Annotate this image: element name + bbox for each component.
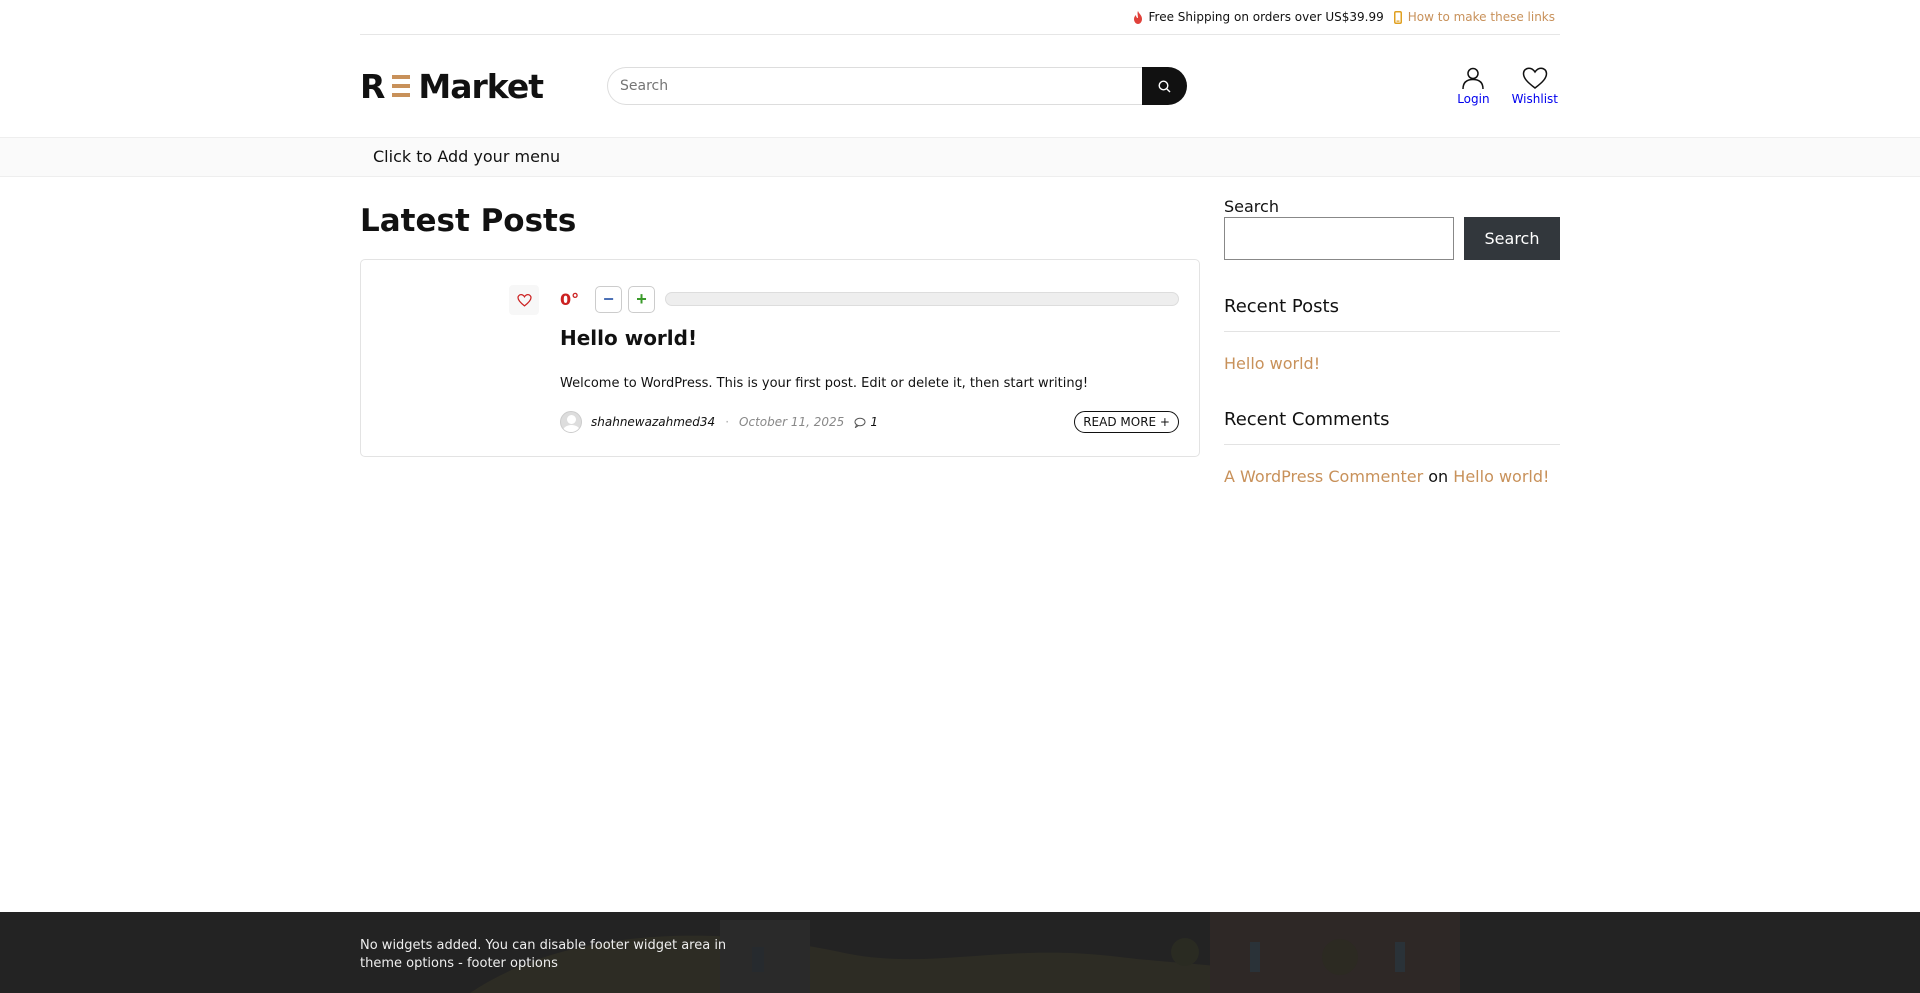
header-search-input[interactable] — [607, 67, 1142, 105]
site-footer: No widgets added. You can disable footer… — [0, 912, 1920, 993]
shipping-text: Free Shipping on orders over US$39.99 — [1148, 10, 1384, 24]
comment-icon — [854, 417, 866, 428]
page-title: Latest Posts — [360, 203, 577, 239]
login-label: Login — [1457, 92, 1490, 106]
avatar — [560, 411, 582, 433]
footer-background-illustration — [0, 912, 1920, 993]
header-search — [607, 67, 1187, 105]
vote-progress-bar — [665, 292, 1179, 306]
sidebar-search-input[interactable] — [1224, 217, 1454, 260]
sidebar-search-label: Search — [1224, 197, 1279, 216]
logo-left: R — [360, 66, 385, 106]
comment-author-link[interactable]: A WordPress Commenter — [1224, 467, 1423, 486]
user-icon — [1462, 67, 1485, 90]
post-excerpt: Welcome to WordPress. This is your first… — [560, 376, 1089, 391]
post-date: October 11, 2025 — [739, 415, 845, 429]
main-menu-bar: Click to Add your menu — [0, 137, 1920, 177]
post-comments-link[interactable]: 1 — [854, 415, 878, 429]
recent-comments-title: Recent Comments — [1224, 409, 1560, 445]
search-icon — [1158, 79, 1171, 92]
comment-on-text: on — [1428, 467, 1449, 486]
site-header: R Market Login Wishlist — [360, 35, 1560, 137]
header-search-button[interactable] — [1142, 67, 1187, 105]
howto-link-label: How to make these links — [1407, 10, 1555, 24]
post-title[interactable]: Hello world! — [560, 326, 1179, 350]
heart-icon — [516, 293, 532, 307]
main-content: Latest Posts 0° − + Hello world! Welcome… — [360, 203, 1200, 486]
recent-post-link[interactable]: Hello world! — [1224, 354, 1320, 373]
vote-down-button[interactable]: − — [595, 285, 622, 313]
comment-post-link[interactable]: Hello world! — [1453, 467, 1549, 486]
sidebar-search: Search — [1224, 217, 1560, 260]
logo-bars-icon — [392, 75, 411, 97]
post-vote: 0° − + — [560, 285, 1179, 313]
wishlist-button[interactable]: Wishlist — [1512, 67, 1558, 106]
logo-right: Market — [418, 66, 544, 106]
meta-separator: · — [725, 415, 730, 429]
vote-up-button[interactable]: + — [628, 285, 655, 313]
recent-posts-title: Recent Posts — [1224, 296, 1560, 332]
comment-count: 1 — [870, 415, 878, 429]
mobile-icon — [1393, 10, 1402, 24]
top-bar: Free Shipping on orders over US$39.99 Ho… — [360, 0, 1560, 35]
shipping-notice: Free Shipping on orders over US$39.99 — [1133, 10, 1384, 24]
recent-comments-widget: Recent Comments A WordPress Commenter on… — [1224, 409, 1560, 486]
vote-value: 0° — [560, 289, 580, 309]
post-author[interactable]: shahnewazahmed34 — [591, 415, 715, 429]
sidebar-search-button[interactable]: Search — [1464, 217, 1560, 260]
site-logo[interactable]: R Market — [360, 67, 575, 106]
login-button[interactable]: Login — [1457, 66, 1490, 106]
sidebar: Search Search Recent Posts Hello world! … — [1224, 197, 1560, 486]
post-meta: shahnewazahmed34 · October 11, 2025 1 RE… — [560, 411, 1179, 433]
read-more-button[interactable]: READ MORE + — [1074, 411, 1179, 433]
footer-notice: No widgets added. You can disable footer… — [360, 938, 727, 971]
post-wishlist-button[interactable] — [509, 285, 539, 315]
fire-icon — [1133, 10, 1142, 24]
header-actions: Login Wishlist — [1435, 66, 1558, 106]
add-menu-link[interactable]: Click to Add your menu — [373, 147, 560, 166]
post-card: 0° − + Hello world! Welcome to WordPress… — [360, 259, 1200, 457]
heart-icon — [1522, 67, 1548, 89]
wishlist-label: Wishlist — [1511, 92, 1558, 106]
recent-posts-widget: Recent Posts Hello world! — [1224, 296, 1560, 373]
howto-link[interactable]: How to make these links — [1393, 10, 1555, 24]
